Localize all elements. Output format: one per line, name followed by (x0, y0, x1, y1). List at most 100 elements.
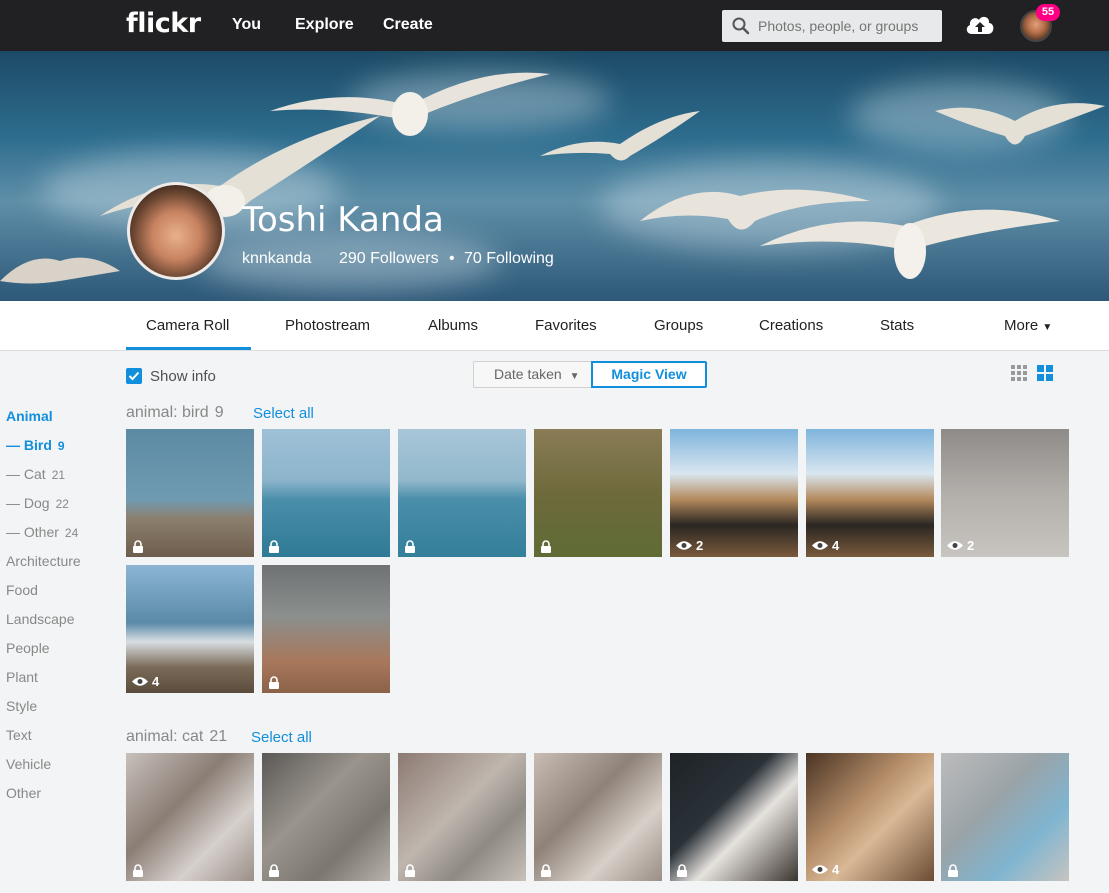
sidebar-item-plant[interactable]: Plant (6, 669, 38, 685)
sidebar-item-label: Bird (23, 437, 52, 453)
tab-stats[interactable]: Stats (880, 317, 914, 334)
lock-icon (405, 864, 415, 877)
view-count: 2 (967, 538, 975, 553)
views-eye-icon (947, 541, 963, 550)
tab-more-label: More (1004, 317, 1039, 334)
show-info-label[interactable]: Show info (150, 368, 216, 385)
tab-camera-roll[interactable]: Camera Roll (146, 317, 229, 334)
photo-thumbnail[interactable] (126, 429, 254, 557)
active-tab-indicator (126, 347, 251, 350)
photo-overlay: 4 (812, 862, 839, 877)
nav-link-explore[interactable]: Explore (295, 16, 354, 34)
seagull-image (540, 111, 700, 161)
caret-down-icon: ▼ (569, 371, 580, 382)
photo-overlay: 2 (947, 538, 974, 553)
search-input[interactable] (758, 14, 934, 38)
photo-overlay: 4 (132, 674, 159, 689)
select-all-cat[interactable]: Select all (251, 729, 312, 746)
tab-creations[interactable]: Creations (759, 317, 823, 334)
sidebar-item-other[interactable]: Other (6, 785, 41, 801)
photo-thumbnail[interactable] (534, 753, 662, 881)
seagull-image (0, 257, 120, 284)
photo-thumbnail[interactable]: 4 (126, 565, 254, 693)
show-info-checkbox[interactable] (126, 368, 142, 384)
view-count: 4 (152, 674, 160, 689)
followers-link[interactable]: 290 Followers (339, 250, 439, 268)
photo-thumbnail[interactable] (262, 429, 390, 557)
tab-groups[interactable]: Groups (654, 317, 703, 334)
section-title-cat: animal: cat 21 (126, 728, 227, 746)
photo-thumbnail[interactable]: 4 (806, 429, 934, 557)
photo-thumbnail[interactable] (398, 429, 526, 557)
date-taken-label: Date taken (494, 366, 562, 382)
search-icon (732, 17, 750, 35)
sidebar-item-count: 9 (57, 439, 65, 453)
sidebar-item-bird[interactable]: — Bird 9 (6, 437, 65, 453)
tab-albums[interactable]: Albums (428, 317, 478, 334)
sidebar-item-text[interactable]: Text (6, 727, 32, 743)
profile-tabs: Camera Roll Photostream Albums Favorites… (0, 301, 1109, 351)
following-link[interactable]: 70 Following (464, 250, 554, 268)
photo-thumbnail[interactable]: 2 (941, 429, 1069, 557)
lock-icon (541, 540, 551, 553)
view-count: 4 (832, 862, 840, 877)
select-all-bird[interactable]: Select all (253, 405, 314, 422)
views-eye-icon (676, 541, 692, 550)
photo-overlay (268, 540, 280, 553)
section-count: 9 (214, 404, 224, 421)
section-title-label: animal: cat (126, 728, 204, 745)
lock-icon (405, 540, 415, 553)
sidebar-item-label: Dog (23, 495, 50, 511)
lock-icon (269, 864, 279, 877)
lock-icon (269, 676, 279, 689)
photo-thumbnail[interactable] (262, 565, 390, 693)
tab-more[interactable]: More ▼ (1004, 317, 1052, 334)
photo-thumbnail[interactable]: 4 (806, 753, 934, 881)
sidebar-item-other-animal[interactable]: — Other 24 (6, 524, 78, 540)
search-box[interactable] (722, 10, 942, 42)
view-count: 4 (832, 538, 840, 553)
photo-thumbnail[interactable] (262, 753, 390, 881)
lock-icon (269, 540, 279, 553)
upload-cloud-icon[interactable] (964, 12, 996, 38)
tab-favorites[interactable]: Favorites (535, 317, 597, 334)
sidebar-item-landscape[interactable]: Landscape (6, 611, 75, 627)
top-navigation: flickr You Explore Create 55 (0, 0, 1109, 51)
views-eye-icon (132, 677, 148, 686)
photo-overlay (268, 676, 280, 689)
caret-down-icon: ▼ (1042, 322, 1053, 333)
nav-link-create[interactable]: Create (383, 16, 433, 34)
photo-thumbnail[interactable] (941, 753, 1069, 881)
photo-overlay (947, 864, 959, 877)
sidebar-item-food[interactable]: Food (6, 582, 38, 598)
flickr-logo[interactable]: flickr (126, 8, 201, 39)
tab-photostream[interactable]: Photostream (285, 317, 370, 334)
sidebar-item-vehicle[interactable]: Vehicle (6, 756, 51, 772)
large-grid-view-icon[interactable] (1037, 365, 1054, 382)
date-taken-dropdown[interactable]: Date taken ▼ (473, 361, 592, 388)
lock-icon (948, 864, 958, 877)
notification-badge[interactable]: 55 (1036, 4, 1060, 21)
sidebar-item-architecture[interactable]: Architecture (6, 553, 81, 569)
photo-thumbnail[interactable] (670, 753, 798, 881)
profile-avatar[interactable] (127, 182, 225, 280)
small-grid-view-icon[interactable] (1011, 365, 1028, 382)
nav-link-you[interactable]: You (232, 16, 261, 34)
lock-icon (677, 864, 687, 877)
photo-overlay (268, 864, 280, 877)
views-eye-icon (812, 541, 828, 550)
sidebar-item-dog[interactable]: — Dog 22 (6, 495, 69, 511)
photo-thumbnail[interactable] (534, 429, 662, 557)
meta-separator: • (449, 250, 455, 267)
section-count: 21 (209, 728, 228, 745)
sidebar-item-animal[interactable]: Animal (6, 408, 53, 424)
sidebar-item-cat[interactable]: — Cat 21 (6, 466, 65, 482)
sidebar-item-count: 24 (64, 526, 79, 540)
sidebar-item-style[interactable]: Style (6, 698, 37, 714)
photo-thumbnail[interactable] (398, 753, 526, 881)
lock-icon (541, 864, 551, 877)
sidebar-item-people[interactable]: People (6, 640, 50, 656)
photo-thumbnail[interactable]: 2 (670, 429, 798, 557)
magic-view-button[interactable]: Magic View (591, 361, 707, 388)
photo-thumbnail[interactable] (126, 753, 254, 881)
